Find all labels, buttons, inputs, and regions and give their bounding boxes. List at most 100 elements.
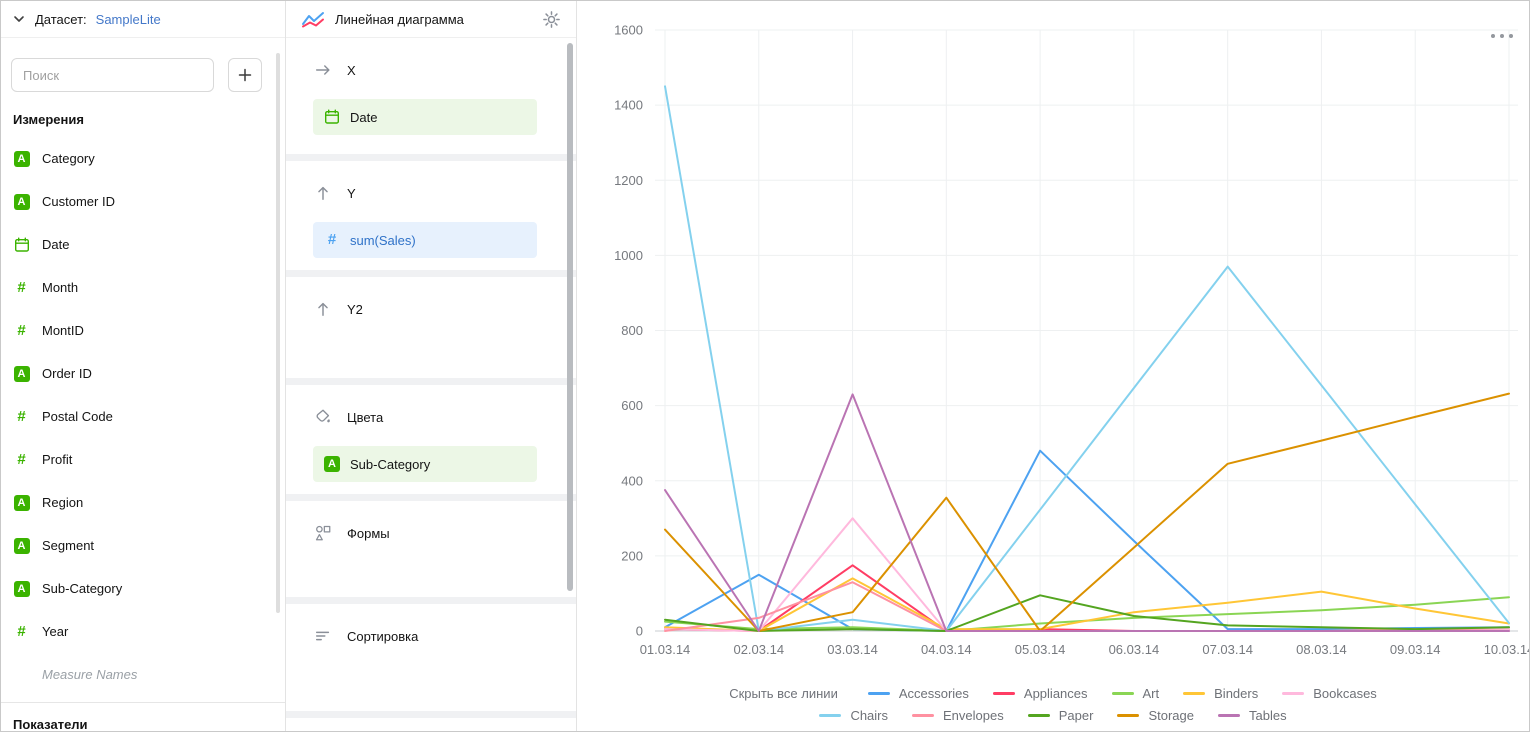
y-tick-label: 800 [621,323,643,338]
x-tick-label: 08.03.14 [1296,642,1347,657]
x-tick-label: 09.03.14 [1390,642,1441,657]
legend-item-bookcases[interactable]: Bookcases [1282,686,1377,701]
field-row-montid[interactable]: #MontID [1,309,285,352]
legend-label: Appliances [1024,686,1088,701]
section-gap [286,494,576,501]
legend-swatch [819,714,841,717]
number-field-icon: # [13,280,30,296]
search-row [11,58,275,92]
field-row-sub-category[interactable]: ASub-Category [1,567,285,610]
x-tick-label: 05.03.14 [1015,642,1066,657]
legend-swatch [993,692,1015,695]
number-field-icon: # [13,624,30,640]
series-line-storage [665,394,1509,631]
section-gap [286,711,576,718]
chevron-down-icon[interactable] [12,12,26,26]
legend-label: Envelopes [943,708,1004,723]
legend-swatch [868,692,890,695]
x-tick-label: 02.03.14 [733,642,784,657]
legend-label: Binders [1214,686,1258,701]
dataset-label: Датасет: [35,12,87,27]
field-row-category[interactable]: ACategory [1,137,285,180]
field-row-date[interactable]: Date [1,223,285,266]
x-tick-label: 06.03.14 [1109,642,1160,657]
section-shapes-label: Формы [347,526,390,541]
gear-icon[interactable] [542,10,561,29]
app-window: Датасет: SampleLite Измерения ACategoryA… [0,0,1530,732]
legend-row: Скрыть все линии Accessories Appliances Art… [717,686,1389,701]
field-row-order-id[interactable]: A Order ID [1,352,285,395]
field-row-month[interactable]: # Month [1,266,285,309]
chart-panel: 0200400600800100012001400160001.03.1402.… [577,1,1529,731]
field-row-postal-code[interactable]: # Postal Code [1,395,285,438]
legend-swatch [912,714,934,717]
line-chart-icon [301,11,325,28]
legend-item-art[interactable]: Art [1112,686,1160,701]
legend-swatch [1112,692,1134,695]
legend-item-accessories[interactable]: Accessories [868,686,969,701]
section-y2-label: Y2 [347,302,363,317]
date-field-icon [13,237,30,253]
shapes-icon [313,524,333,542]
field-row-profit[interactable]: #Profit [1,438,285,481]
legend-label: Bookcases [1313,686,1377,701]
section-x: X Date [286,38,576,154]
y-tick-label: 1000 [614,248,643,263]
field-pill-sub-category[interactable]: A Sub-Category [313,446,537,482]
field-pill-label: sum(Sales) [350,233,416,248]
y-tick-label: 1600 [614,23,643,38]
section-shapes: Формы [286,501,576,597]
legend-item-binders[interactable]: Binders [1183,686,1258,701]
field-row-region[interactable]: ARegion [1,481,285,524]
field-pill-sum-sales[interactable]: # sum(Sales) [313,222,537,258]
dataset-name-link[interactable]: SampleLite [96,12,161,27]
legend-item-storage[interactable]: Storage [1117,708,1194,723]
field-label: Year [42,624,68,639]
chart-config-panel: Линейная диаграмма X [286,1,577,731]
more-menu-icon[interactable] [1489,27,1515,45]
arrow-up-icon [313,300,333,318]
x-tick-label: 10.03.14 [1484,642,1530,657]
config-scrollbar[interactable] [567,43,573,591]
y-tick-label: 200 [621,548,643,563]
section-x-label: X [347,63,356,78]
paint-bucket-icon [313,408,333,426]
section-gap [286,270,576,277]
legend-item-envelopes[interactable]: Envelopes [912,708,1004,723]
legend-label: Paper [1059,708,1094,723]
field-pill-label: Sub-Category [350,457,430,472]
field-row-measure-names[interactable]: Measure Names [1,653,285,696]
field-row-year[interactable]: # Year [1,610,285,653]
section-sort-label: Сортировка [347,629,418,644]
add-field-button[interactable] [228,58,262,92]
string-field-icon: A [13,151,30,167]
legend-item-tables[interactable]: Tables [1218,708,1287,723]
legend-item-appliances[interactable]: Appliances [993,686,1088,701]
legend-swatch [1028,714,1050,717]
number-field-icon: # [13,409,30,425]
string-field-icon: A [13,194,30,210]
field-label: Profit [42,452,72,467]
field-pill-date[interactable]: Date [313,99,537,135]
line-chart-svg: 0200400600800100012001400160001.03.1402.… [577,1,1530,732]
series-line-bookcases [665,518,1509,631]
legend-label: Art [1143,686,1160,701]
x-tick-label: 07.03.14 [1202,642,1253,657]
field-row-customer-id[interactable]: A Customer ID [1,180,285,223]
string-field-icon: A [13,581,30,597]
y-tick-label: 1200 [614,173,643,188]
field-label: Month [42,280,78,295]
hide-all-lines-link[interactable]: Скрыть все линии [729,686,838,701]
x-tick-label: 01.03.14 [640,642,691,657]
search-input[interactable] [11,58,214,92]
field-label: Postal Code [42,409,113,424]
field-label: Order ID [42,366,92,381]
legend: Скрыть все линии Accessories Appliances Art… [577,686,1529,723]
dimensions-header: Измерения [1,92,285,133]
string-field-icon: A [13,366,30,382]
field-row-segment[interactable]: ASegment [1,524,285,567]
field-label: Customer ID [42,194,115,209]
legend-item-chairs[interactable]: Chairs [819,708,888,723]
dataset-scrollbar[interactable] [276,53,280,613]
legend-item-paper[interactable]: Paper [1028,708,1094,723]
